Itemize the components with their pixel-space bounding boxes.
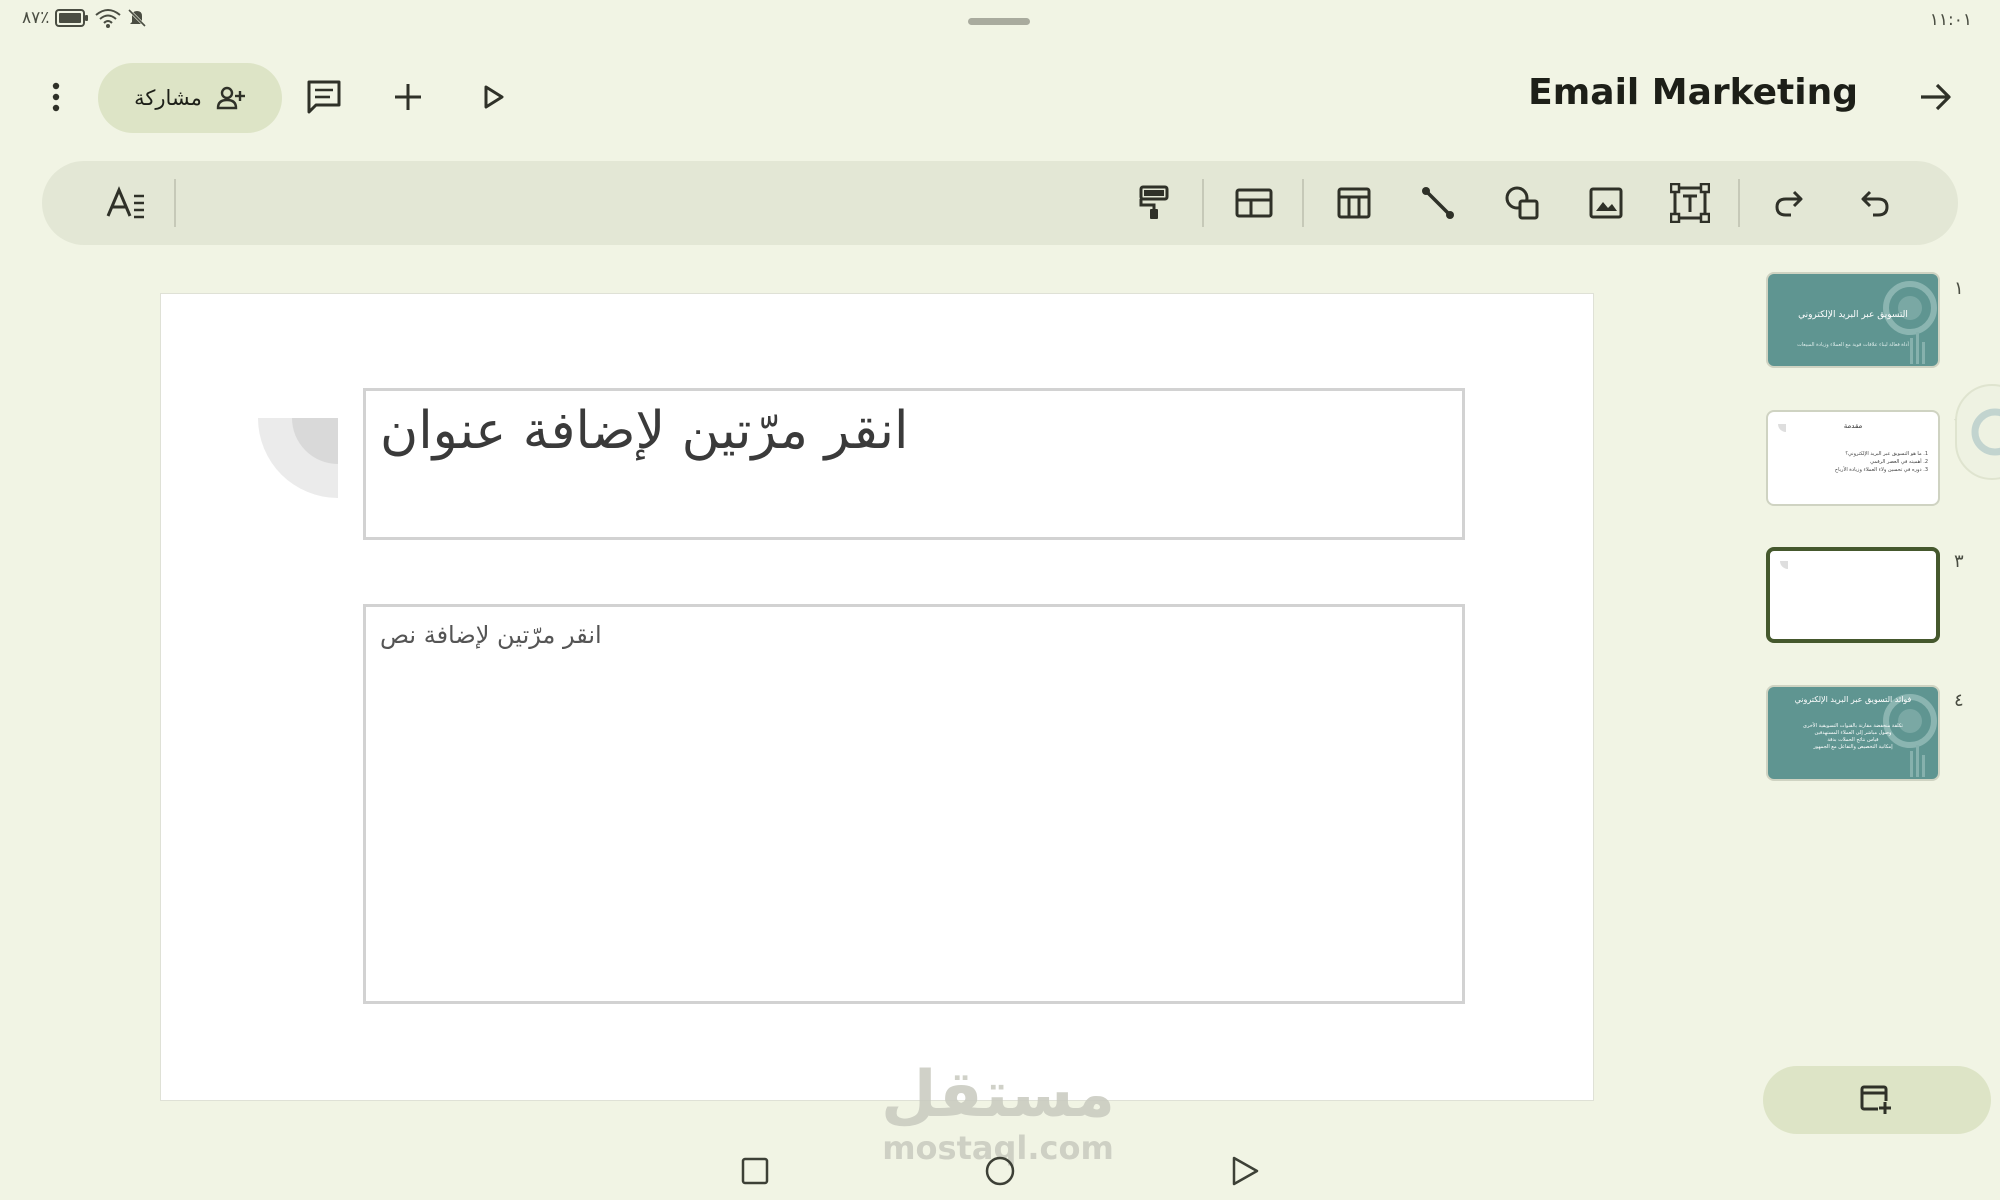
battery-icon — [55, 9, 89, 27]
play-icon — [484, 85, 504, 109]
add-slide-icon — [1860, 1085, 1892, 1115]
decorative-rings — [1883, 281, 1937, 364]
decorative-quarter-circle — [258, 418, 338, 498]
toolbar-divider — [1738, 179, 1740, 227]
slide-thumbnail-4[interactable]: فوائد التسويق عبر البريد الإلكتروني تكلف… — [1766, 685, 1940, 781]
table-icon — [1337, 187, 1371, 219]
body-placeholder-text: انقر مرّتين لإضافة نص — [380, 621, 602, 649]
status-bar-left: ٨٧٪ — [22, 8, 147, 28]
more-vert-icon — [52, 82, 60, 112]
share-label: مشاركة — [134, 86, 202, 110]
comments-button[interactable] — [292, 65, 356, 129]
insert-line-button[interactable] — [1408, 173, 1468, 233]
paint-roller-icon — [1139, 185, 1169, 219]
new-slide-button[interactable] — [1763, 1066, 1991, 1134]
thumbnail-line: 1. ما هو التسويق عبر البريد الإلكتروني؟ — [1845, 451, 1928, 457]
thumbnail-line: 2. أهميته في العصر الرقمي — [1870, 459, 1928, 465]
recents-nav-button[interactable] — [727, 1143, 783, 1199]
layout-icon — [1235, 188, 1273, 218]
title-placeholder-text: انقر مرّتين لإضافة عنوان — [380, 401, 909, 461]
slide-thumbnail-1[interactable]: التسويق عبر البريد الإلكتروني أداة فعالة… — [1766, 272, 1940, 368]
battery-percent: ٨٧٪ — [22, 8, 50, 28]
insert-shape-button[interactable] — [1492, 173, 1552, 233]
mute-icon — [127, 8, 147, 28]
drag-handle[interactable] — [968, 18, 1030, 25]
thumbnail-line: تكلفة منخفضة مقارنة بالقنوات التسويقية ا… — [1803, 723, 1903, 729]
circle-icon — [985, 1156, 1015, 1186]
title-placeholder[interactable]: انقر مرّتين لإضافة عنوان — [363, 388, 1465, 540]
body-placeholder[interactable]: انقر مرّتين لإضافة نص — [363, 604, 1465, 1004]
share-button[interactable]: مشاركة — [98, 63, 282, 133]
thumbnail-line: 3. دوره في تحسين ولاء العملاء وزيادة الأ… — [1834, 467, 1928, 473]
insert-text-box-button[interactable] — [1660, 173, 1720, 233]
slide-thumbnail-3-selected[interactable] — [1766, 547, 1940, 643]
image-icon — [1589, 187, 1623, 219]
text-box-icon — [1670, 183, 1710, 223]
slide-thumbnail-2[interactable]: مقدمة 1. ما هو التسويق عبر البريد الإلكت… — [1766, 410, 1940, 506]
present-button[interactable] — [462, 65, 526, 129]
thumbnail-line: إمكانية التخصيص والتفاعل مع الجمهور — [1813, 744, 1893, 750]
home-nav-button[interactable] — [972, 1143, 1028, 1199]
more-options-button[interactable] — [24, 65, 88, 129]
document-title[interactable]: Email Marketing — [1528, 72, 1858, 113]
thumbnail-title: فوائد التسويق عبر البريد الإلكتروني — [1794, 695, 1912, 704]
slide-number: ٤ — [1954, 690, 1964, 711]
square-icon — [741, 1157, 769, 1185]
toolbar-divider — [1202, 179, 1204, 227]
thumbnail-title: التسويق عبر البريد الإلكتروني — [1798, 310, 1908, 320]
assistant-edge-bubble[interactable] — [1955, 384, 2000, 480]
slide-number: ٣ — [1954, 551, 1964, 572]
insert-button[interactable] — [376, 65, 440, 129]
undo-icon — [1861, 190, 1889, 217]
undo-button[interactable] — [1844, 173, 1904, 233]
thumbnail-line: وصول مباشر إلى العملاء المستهدفين — [1814, 730, 1892, 736]
back-button[interactable] — [1904, 65, 1968, 129]
paint-format-button[interactable] — [1124, 173, 1184, 233]
insert-table-button[interactable] — [1324, 173, 1384, 233]
watermark-arabic: مستقل — [880, 1058, 1116, 1132]
redo-button[interactable] — [1760, 173, 1820, 233]
slide-number: ١ — [1954, 278, 1964, 299]
thumbnail-subtitle: أداة فعالة لبناء علاقات قوية مع العملاء … — [1797, 342, 1909, 348]
shapes-icon — [1505, 186, 1539, 220]
layout-button[interactable] — [1224, 173, 1284, 233]
line-icon — [1422, 187, 1454, 219]
toolbar-divider — [174, 179, 176, 227]
text-format-button[interactable] — [96, 173, 156, 233]
redo-icon — [1775, 190, 1803, 217]
text-format-icon — [106, 186, 144, 219]
back-nav-button[interactable] — [1217, 1143, 1273, 1199]
arrow-forward-icon — [1921, 83, 1951, 111]
insert-image-button[interactable] — [1576, 173, 1636, 233]
thumbnail-line: قياس نتائج الحملات بدقة — [1827, 737, 1879, 743]
wifi-icon — [95, 8, 122, 28]
plus-icon — [395, 84, 421, 110]
thumbnail-body: تكلفة منخفضة مقارنة بالقنوات التسويقية ا… — [1776, 723, 1930, 751]
add-person-icon — [216, 86, 245, 110]
triangle-icon — [1232, 1156, 1259, 1186]
clock: ١١:٠١ — [1929, 10, 1972, 30]
thumbnail-title: مقدمة — [1843, 422, 1863, 430]
comment-icon — [307, 80, 341, 114]
toolbar-divider — [1302, 179, 1304, 227]
